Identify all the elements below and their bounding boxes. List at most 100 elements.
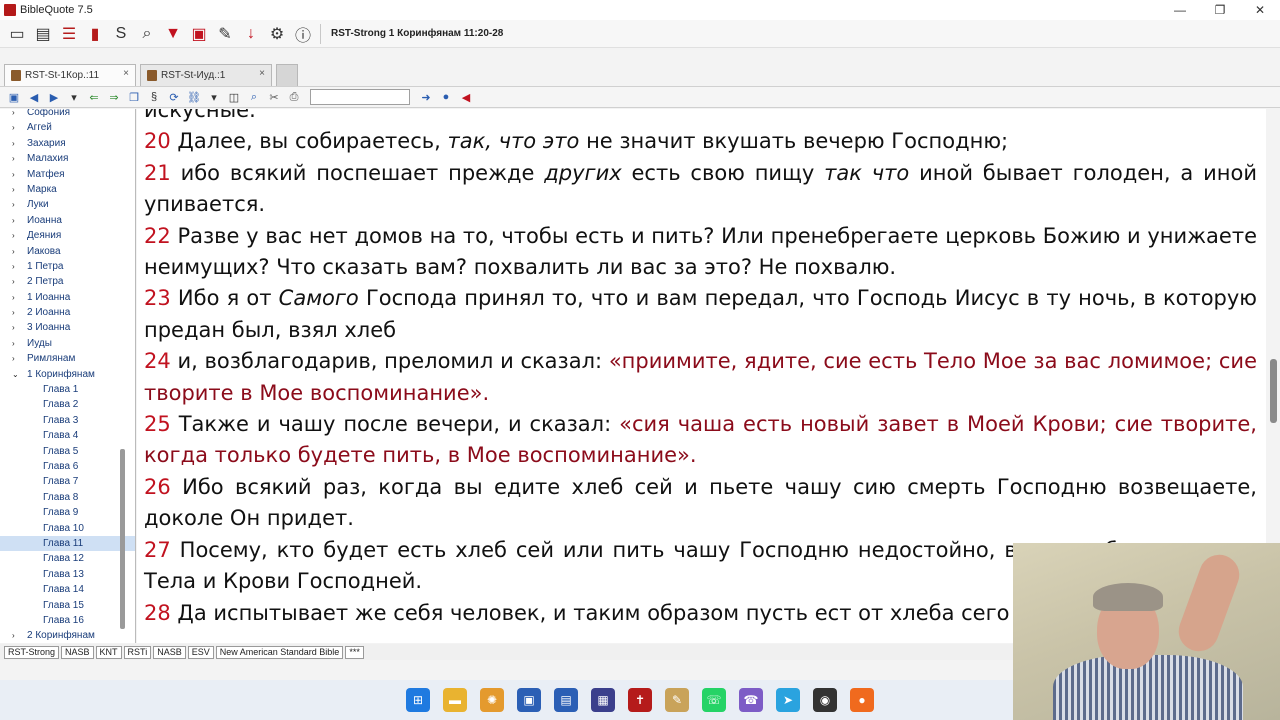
sync-icon[interactable]: ⟳ (164, 88, 184, 106)
verse-number[interactable]: 28 (144, 601, 171, 625)
tree-expand-icon[interactable]: › (12, 167, 15, 182)
sidebar-book-item[interactable]: › 2 Иоанна (0, 305, 135, 320)
sidebar-chapter-item[interactable]: Глава 5 (0, 444, 135, 459)
sidebar-book-item[interactable]: › 2 Петра (0, 274, 135, 289)
maximize-button[interactable]: ❐ (1200, 0, 1240, 20)
tree-expand-icon[interactable]: › (12, 351, 15, 366)
sidebar-chapter-item[interactable]: Глава 13 (0, 567, 135, 582)
module-tab[interactable]: NASB (153, 645, 186, 659)
sidebar-book-item[interactable]: › 3 Иоанна (0, 320, 135, 335)
search-icon[interactable]: ⌕ (134, 22, 160, 46)
back-arrow-icon[interactable]: ◀ (24, 88, 44, 106)
module-tab[interactable]: ESV (187, 645, 214, 659)
tab-close-icon[interactable]: × (259, 68, 265, 79)
speaker-icon[interactable]: ◀ (456, 88, 476, 106)
new-tab-button[interactable] (276, 64, 298, 86)
verse-number[interactable]: 27 (144, 538, 171, 562)
notes-icon[interactable]: ✎ (212, 22, 238, 46)
verse-number[interactable]: 20 (144, 129, 171, 153)
book-icon[interactable]: ▮ (82, 22, 108, 46)
firefox-icon[interactable]: ● (850, 688, 874, 712)
quick-search-input[interactable] (310, 89, 410, 105)
sidebar-chapter-item[interactable]: Глава 4 (0, 428, 135, 443)
tree-expand-icon[interactable]: › (12, 197, 15, 212)
tree-expand-icon[interactable]: › (12, 228, 15, 243)
whatsapp-icon[interactable]: ☏ (702, 688, 726, 712)
sidebar-book-item[interactable]: › Иоанна (0, 213, 135, 228)
verse-number[interactable]: 22 (144, 224, 171, 248)
app-icon[interactable]: ✺ (480, 688, 504, 712)
sidebar-book-item[interactable]: › Софония (0, 109, 135, 120)
sidebar-book-item[interactable]: › 1 Иоанна (0, 290, 135, 305)
tab-1cor[interactable]: RST-St-1Кор.:11 × (4, 64, 136, 86)
sidebar-chapter-item[interactable]: Глава 6 (0, 459, 135, 474)
tree-expand-icon[interactable]: › (12, 290, 15, 305)
tree-expand-icon[interactable]: › (12, 120, 15, 135)
layout-icon[interactable]: ▣ (4, 88, 24, 106)
tree-expand-icon[interactable]: › (12, 628, 15, 643)
sidebar-book-item[interactable]: ⌄ 1 Коринфянам (0, 367, 135, 382)
settings-gear-icon[interactable]: ⚙ (264, 22, 290, 46)
verse-number[interactable]: 26 (144, 475, 171, 499)
sidebar-chapter-item[interactable]: Глава 14 (0, 582, 135, 597)
app-icon[interactable]: ▤ (554, 688, 578, 712)
sidebar-chapter-item[interactable]: Глава 7 (0, 474, 135, 489)
sidebar-chapter-item[interactable]: Глава 11 (0, 535, 135, 552)
tree-expand-icon[interactable]: › (12, 109, 15, 120)
tree-expand-icon[interactable]: › (12, 244, 15, 259)
quote-icon[interactable]: ✂ (264, 88, 284, 106)
verse-number[interactable]: 24 (144, 349, 171, 373)
module-tab[interactable]: RSTi (123, 645, 152, 659)
module-tab[interactable]: KNT (95, 645, 122, 659)
chevron-down-icon[interactable]: ▾ (64, 88, 84, 106)
sidebar-book-item[interactable]: › Аггей (0, 120, 135, 135)
next-chapter-icon[interactable]: ⇒ (104, 88, 124, 106)
sidebar-book-item[interactable]: › Малахия (0, 151, 135, 166)
scroll-app-icon[interactable]: ✎ (665, 688, 689, 712)
file-explorer-icon[interactable]: ▬ (443, 688, 467, 712)
download-icon[interactable]: ↓ (238, 22, 264, 46)
find-icon[interactable]: ⌕ (244, 88, 264, 106)
sidebar-scrollbar[interactable] (120, 449, 125, 629)
link-icon[interactable]: ⛓ (184, 88, 204, 106)
tree-expand-icon[interactable]: › (12, 136, 15, 151)
scrollbar-thumb[interactable] (1270, 359, 1277, 423)
bible-app-icon[interactable]: ▦ (591, 688, 615, 712)
info-icon[interactable]: ● (436, 88, 456, 106)
sidebar-chapter-item[interactable]: Глава 3 (0, 413, 135, 428)
sidebar-book-item[interactable]: › Захария (0, 136, 135, 151)
sidebar-chapter-item[interactable]: Глава 10 (0, 521, 135, 536)
tree-expand-icon[interactable]: › (12, 259, 15, 274)
obs-icon[interactable]: ◉ (813, 688, 837, 712)
tree-expand-icon[interactable]: › (12, 151, 15, 166)
sidebar-book-item[interactable]: › Марка (0, 182, 135, 197)
tree-expand-icon[interactable]: › (12, 274, 15, 289)
forward-arrow-icon[interactable]: ▶ (44, 88, 64, 106)
tab-close-icon[interactable]: × (123, 68, 129, 79)
bookmark-add-icon[interactable]: ▣ (186, 22, 212, 46)
module-tab[interactable]: New American Standard Bible (215, 645, 344, 659)
sidebar-chapter-item[interactable]: Глава 12 (0, 551, 135, 566)
strong-icon[interactable]: S (108, 22, 134, 46)
sidebar-chapter-item[interactable]: Глава 15 (0, 598, 135, 613)
tree-expand-icon[interactable]: ⌄ (12, 367, 19, 382)
sidebar-chapter-item[interactable]: Глава 1 (0, 382, 135, 397)
tree-expand-icon[interactable]: › (12, 182, 15, 197)
sidebar-book-item[interactable]: › Матфея (0, 167, 135, 182)
print-icon[interactable]: ⎙ (284, 88, 304, 106)
verse-number[interactable]: 23 (144, 286, 171, 310)
sidebar-chapter-item[interactable]: Глава 16 (0, 613, 135, 628)
info-icon[interactable]: ⓘ (290, 22, 316, 46)
sidebar-book-item[interactable]: › 1 Петра (0, 259, 135, 274)
sidebar-book-item[interactable]: › Римлянам (0, 351, 135, 366)
tree-expand-icon[interactable]: › (12, 320, 15, 335)
go-arrow-icon[interactable]: ➜ (416, 88, 436, 106)
module-tab[interactable]: NASB (61, 645, 94, 659)
save-app-icon[interactable]: ▣ (517, 688, 541, 712)
sidebar-chapter-item[interactable]: Глава 8 (0, 490, 135, 505)
sidebar-book-item[interactable]: › Деяния (0, 228, 135, 243)
tree-expand-icon[interactable]: › (12, 336, 15, 351)
bookmark-icon[interactable]: ▼ (160, 22, 186, 46)
module-tab-more[interactable]: *** (345, 645, 364, 659)
verse-number[interactable]: 25 (144, 412, 171, 436)
